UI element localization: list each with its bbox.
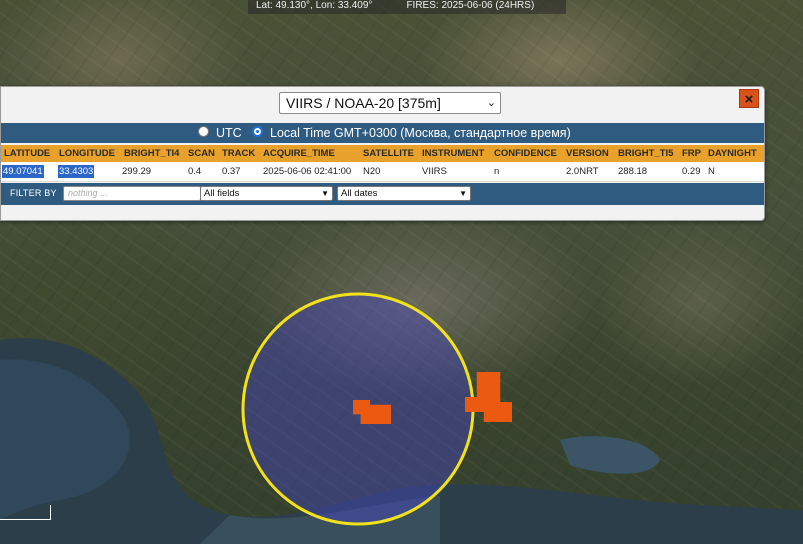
col-longitude[interactable]: LONGITUDE xyxy=(56,145,121,162)
cell-track: 0.37 xyxy=(222,166,241,177)
cell-bright-ti5: 288.18 xyxy=(618,166,648,177)
col-bright-ti4[interactable]: BRIGHT_TI4 xyxy=(121,145,185,162)
col-acquire-time[interactable]: ACQUIRE_TIME xyxy=(260,145,360,162)
radio-utc[interactable] xyxy=(198,126,209,137)
cell-frp: 0.29 xyxy=(682,166,701,177)
col-bright-ti5[interactable]: BRIGHT_TI5 xyxy=(615,145,679,162)
filter-date-select-value: All dates xyxy=(341,188,378,199)
filter-date-select[interactable]: All dates ▼ xyxy=(337,186,471,201)
col-frp[interactable]: FRP xyxy=(679,145,705,162)
chevron-down-icon: ▼ xyxy=(321,189,329,198)
close-button[interactable]: × xyxy=(739,89,759,108)
cell-instrument: VIIRS xyxy=(422,166,447,177)
satellite-select-value: VIIRS / NOAA-20 [375m] xyxy=(286,95,441,111)
filter-field-select[interactable]: All fields ▼ xyxy=(200,186,333,201)
filter-bar: FILTER BY nothing ... All fields ▼ All d… xyxy=(1,183,764,205)
col-satellite[interactable]: SATELLITE xyxy=(360,145,419,162)
fire-info-popup: VIIRS / NOAA-20 [375m] ⌄ × UTC Local Tim… xyxy=(0,86,765,221)
fires-date-range: FIRES: 2025-06-06 (24HRS) xyxy=(406,0,535,11)
cell-scan: 0.4 xyxy=(188,166,202,177)
radio-local-time[interactable] xyxy=(252,126,263,137)
col-track[interactable]: TRACK xyxy=(219,145,260,162)
cell-bright-ti4: 299.29 xyxy=(122,166,152,177)
map-status-bar: Lat: 49.130°, Lon: 33.409° FIRES: 2025-0… xyxy=(248,0,566,14)
filter-field-select-value: All fields xyxy=(204,188,240,199)
map-scale-bar xyxy=(0,505,51,520)
radio-local-time-label: Local Time GMT+0300 (Москва, стандартное… xyxy=(270,126,571,140)
satellite-select[interactable]: VIIRS / NOAA-20 [375m] ⌄ xyxy=(279,92,501,114)
filter-input[interactable]: nothing ... xyxy=(63,186,201,201)
cell-version: 2.0NRT xyxy=(566,166,599,177)
col-version[interactable]: VERSION xyxy=(563,145,615,162)
col-confidence[interactable]: CONFIDENCE xyxy=(491,145,563,162)
col-scan[interactable]: SCAN xyxy=(185,145,219,162)
chevron-down-icon: ▼ xyxy=(459,189,467,198)
table-row[interactable]: 49.07041 33.4303 299.29 0.4 0.37 2025-06… xyxy=(1,162,764,182)
radio-utc-label: UTC xyxy=(216,126,242,140)
table-header: LATITUDE LONGITUDE BRIGHT_TI4 SCAN TRACK… xyxy=(1,145,764,162)
cell-confidence: n xyxy=(494,166,500,177)
filter-label: FILTER BY xyxy=(10,188,57,198)
close-icon: × xyxy=(744,91,754,108)
col-instrument[interactable]: INSTRUMENT xyxy=(419,145,491,162)
cell-acquire-time: 2025-06-06 02:41:00 xyxy=(263,166,352,177)
cell-longitude: 33.4303 xyxy=(58,165,95,178)
col-daynight[interactable]: DAYNIGHT xyxy=(705,145,763,162)
cell-daynight: N xyxy=(708,166,715,177)
satellite-map[interactable]: Lat: 49.130°, Lon: 33.409° FIRES: 2025-0… xyxy=(0,0,803,544)
chevron-down-icon: ⌄ xyxy=(486,97,496,109)
time-zone-toggle: UTC Local Time GMT+0300 (Москва, стандар… xyxy=(1,123,764,143)
cursor-coordinates: Lat: 49.130°, Lon: 33.409° xyxy=(256,0,373,11)
cell-satellite: N20 xyxy=(363,166,381,177)
col-latitude[interactable]: LATITUDE xyxy=(1,145,56,162)
